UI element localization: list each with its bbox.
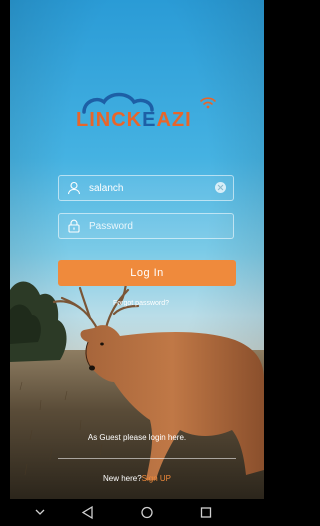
sign-up-link[interactable]: Sign UP xyxy=(142,474,171,483)
chevron-down-icon[interactable] xyxy=(20,499,60,526)
new-here-text: New here? xyxy=(102,474,142,483)
logo-wordmark: LINCKEAZI xyxy=(76,109,192,131)
clear-input-icon[interactable] xyxy=(215,182,226,193)
login-button[interactable]: Log In xyxy=(58,260,236,286)
password-input[interactable] xyxy=(89,218,209,234)
lock-icon xyxy=(68,219,80,233)
username-field[interactable] xyxy=(58,175,234,201)
signup-prompt: New here?Sign UP xyxy=(10,474,264,483)
back-triangle-icon[interactable] xyxy=(68,499,108,526)
divider xyxy=(58,458,236,459)
password-field[interactable] xyxy=(58,213,234,239)
home-circle-icon[interactable] xyxy=(127,499,167,526)
forgot-password-link[interactable]: Forgot password? xyxy=(113,300,169,307)
user-icon xyxy=(67,181,81,195)
login-screen: LINCKEAZI Log In Forgot password? As Gue… xyxy=(10,0,264,526)
username-input[interactable] xyxy=(89,180,209,196)
guest-login-link[interactable]: As Guest please login here. xyxy=(10,433,264,442)
system-navigation-bar xyxy=(10,499,264,526)
recents-square-icon[interactable] xyxy=(186,499,226,526)
